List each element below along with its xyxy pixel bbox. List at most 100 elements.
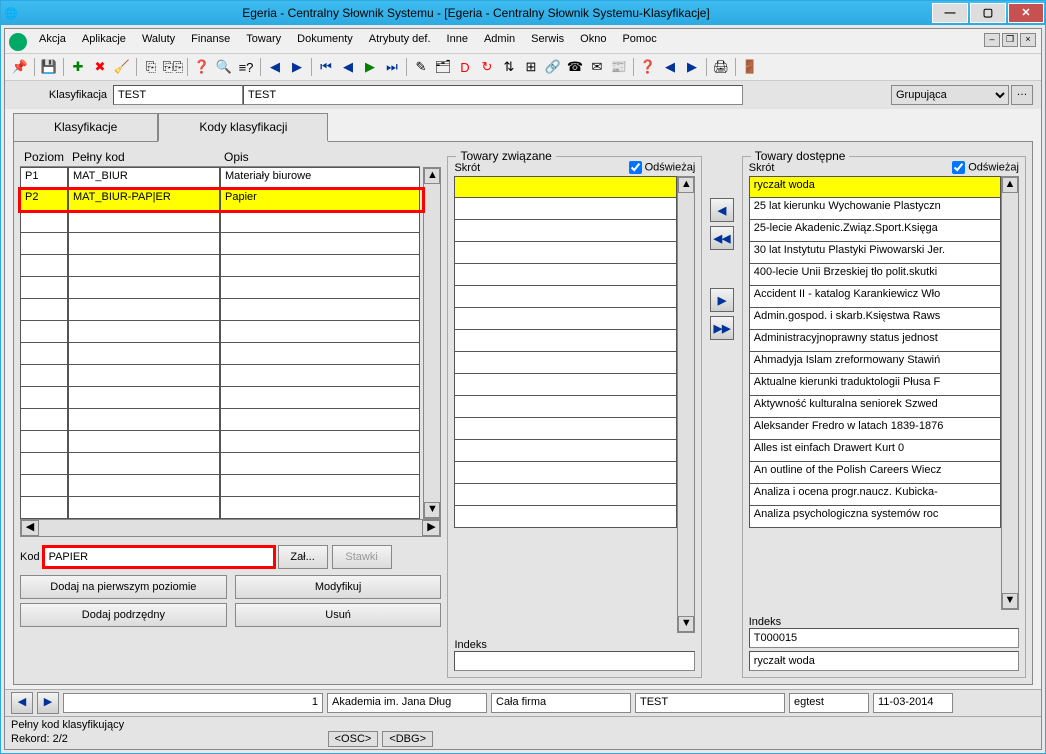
list-item[interactable]: 400-lecie Unii Brzeskiej tło polit.skutk… [749,264,1001,286]
list-item[interactable]: Aktualne kierunki traduktologii Płusa F [749,374,1001,396]
menu-inne[interactable]: Inne [439,31,476,51]
odswiezaj-mid[interactable]: Odświeżaj [629,161,696,174]
right-vscroll[interactable]: ▲▼ [1001,176,1019,610]
class-desc-field[interactable] [243,85,743,105]
list-item[interactable] [454,352,677,374]
menu-finanse[interactable]: Finanse [183,31,238,51]
minimize-button[interactable]: — [932,3,968,23]
grid-row[interactable]: P2MAT_BIUR-PAP|ERPapier [20,189,423,211]
nav-next[interactable]: ▶ [37,692,59,714]
list-item[interactable] [454,242,677,264]
find-icon[interactable]: 🔍 [214,57,234,77]
save-icon[interactable]: 💾 [39,57,59,77]
tab-klasyfikacje[interactable]: Klasyfikacje [13,113,158,142]
form-icon[interactable]: 📰 [609,57,629,77]
list-item[interactable] [454,462,677,484]
list-item[interactable] [454,176,677,198]
help2-icon[interactable]: ❓ [638,57,658,77]
list-item[interactable] [454,440,677,462]
grid-row[interactable] [20,497,423,519]
mail-icon[interactable]: ✉ [587,57,607,77]
edit-icon[interactable]: ✎ [411,57,431,77]
back-icon[interactable]: ◀ [338,57,358,77]
list-item[interactable] [454,308,677,330]
menu-serwis[interactable]: Serwis [523,31,572,51]
grid-row[interactable] [20,299,423,321]
grid-row[interactable] [20,409,423,431]
next-icon[interactable]: ▶ [287,57,307,77]
grid-row[interactable] [20,475,423,497]
left-hscroll[interactable]: ◀▶ [20,519,441,537]
mdi-close[interactable]: × [1020,33,1036,47]
indeks-right-field[interactable] [749,628,1019,648]
pin-icon[interactable]: 📌 [10,57,30,77]
list-item[interactable] [454,374,677,396]
dup-icon[interactable]: ⎘⎘ [163,57,183,77]
move-right-button[interactable]: ▶ [710,288,734,312]
list-item[interactable]: Analiza i ocena progr.naucz. Kubicka- [749,484,1001,506]
menu-aplikacje[interactable]: Aplikacje [74,31,134,51]
grid-row[interactable]: P1MAT_BIURMateriały biurowe [20,167,423,189]
list-item[interactable]: Aktywność kulturalna seniorek Szwed [749,396,1001,418]
close-button[interactable]: ✕ [1008,3,1044,23]
grid-row[interactable] [20,387,423,409]
dodaj2-button[interactable]: Dodaj podrzędny [20,603,227,627]
nav-prev[interactable]: ◀ [11,692,33,714]
prev-icon[interactable]: ◀ [265,57,285,77]
list-item[interactable] [454,264,677,286]
list-item[interactable]: Alles ist einfach Drawert Kurt 0 [749,440,1001,462]
list-item[interactable] [454,418,677,440]
grid-row[interactable] [20,453,423,475]
move-left-button[interactable]: ◀ [710,198,734,222]
list-item[interactable] [454,198,677,220]
exit-icon[interactable]: 🚪 [740,57,760,77]
menu-atrybuty def.[interactable]: Atrybuty def. [361,31,439,51]
menu-towary[interactable]: Towary [238,31,289,51]
grid-row[interactable] [20,343,423,365]
refresh-d-icon[interactable]: D [455,57,475,77]
list-item[interactable] [454,484,677,506]
desc-right-field[interactable] [749,651,1019,671]
grid-row[interactable] [20,431,423,453]
menu-waluty[interactable]: Waluty [134,31,183,51]
modyfikuj-button[interactable]: Modyfikuj [235,575,442,599]
sort-icon[interactable]: ⇅ [499,57,519,77]
zal-button[interactable]: Zał... [278,545,328,569]
next2-icon[interactable]: ▶ [682,57,702,77]
tree-icon[interactable]: ⊞ [521,57,541,77]
link-icon[interactable]: 🔗 [543,57,563,77]
grid-row[interactable] [20,365,423,387]
grid-row[interactable] [20,321,423,343]
list-item[interactable]: 25-lecie Akadenic.Związ.Sport.Księga [749,220,1001,242]
phone-icon[interactable]: ☎ [565,57,585,77]
list-item[interactable]: Administracyjnoprawny status jednost [749,330,1001,352]
list-item[interactable]: An outline of the Polish Careers Wiecz [749,462,1001,484]
dodaj1-button[interactable]: Dodaj na pierwszym poziomie [20,575,227,599]
list-item[interactable]: Aleksander Fredro w latach 1839-1876 [749,418,1001,440]
menu-admin[interactable]: Admin [476,31,523,51]
list-item[interactable] [454,506,677,528]
menu-akcja[interactable]: Akcja [31,31,74,51]
list-item[interactable]: 25 lat kierunku Wychowanie Plastyczn [749,198,1001,220]
usun-button[interactable]: Usuń [235,603,442,627]
delete-icon[interactable]: ✖ [90,57,110,77]
list-item[interactable] [454,220,677,242]
list-item[interactable]: Accident II - katalog Karankiewicz Wło [749,286,1001,308]
add-icon[interactable]: ✚ [68,57,88,77]
list-item[interactable] [454,396,677,418]
grid-row[interactable] [20,255,423,277]
class-type-select[interactable]: Grupująca [891,85,1009,105]
kod-field[interactable] [44,547,274,567]
maximize-button[interactable]: ▢ [970,3,1006,23]
menu-dokumenty[interactable]: Dokumenty [289,31,361,51]
mid-vscroll[interactable]: ▲▼ [677,176,695,633]
odswiezaj-right[interactable]: Odświeżaj [952,161,1019,174]
detail-icon[interactable]: 🗂 [433,57,453,77]
refresh-icon[interactable]: ↻ [477,57,497,77]
mdi-minimize[interactable]: – [984,33,1000,47]
grid-row[interactable] [20,277,423,299]
class-code-field[interactable] [113,85,243,105]
fwd-icon[interactable]: ▶ [360,57,380,77]
list-item[interactable] [454,330,677,352]
tab-kody[interactable]: Kody klasyfikacji [158,113,328,142]
